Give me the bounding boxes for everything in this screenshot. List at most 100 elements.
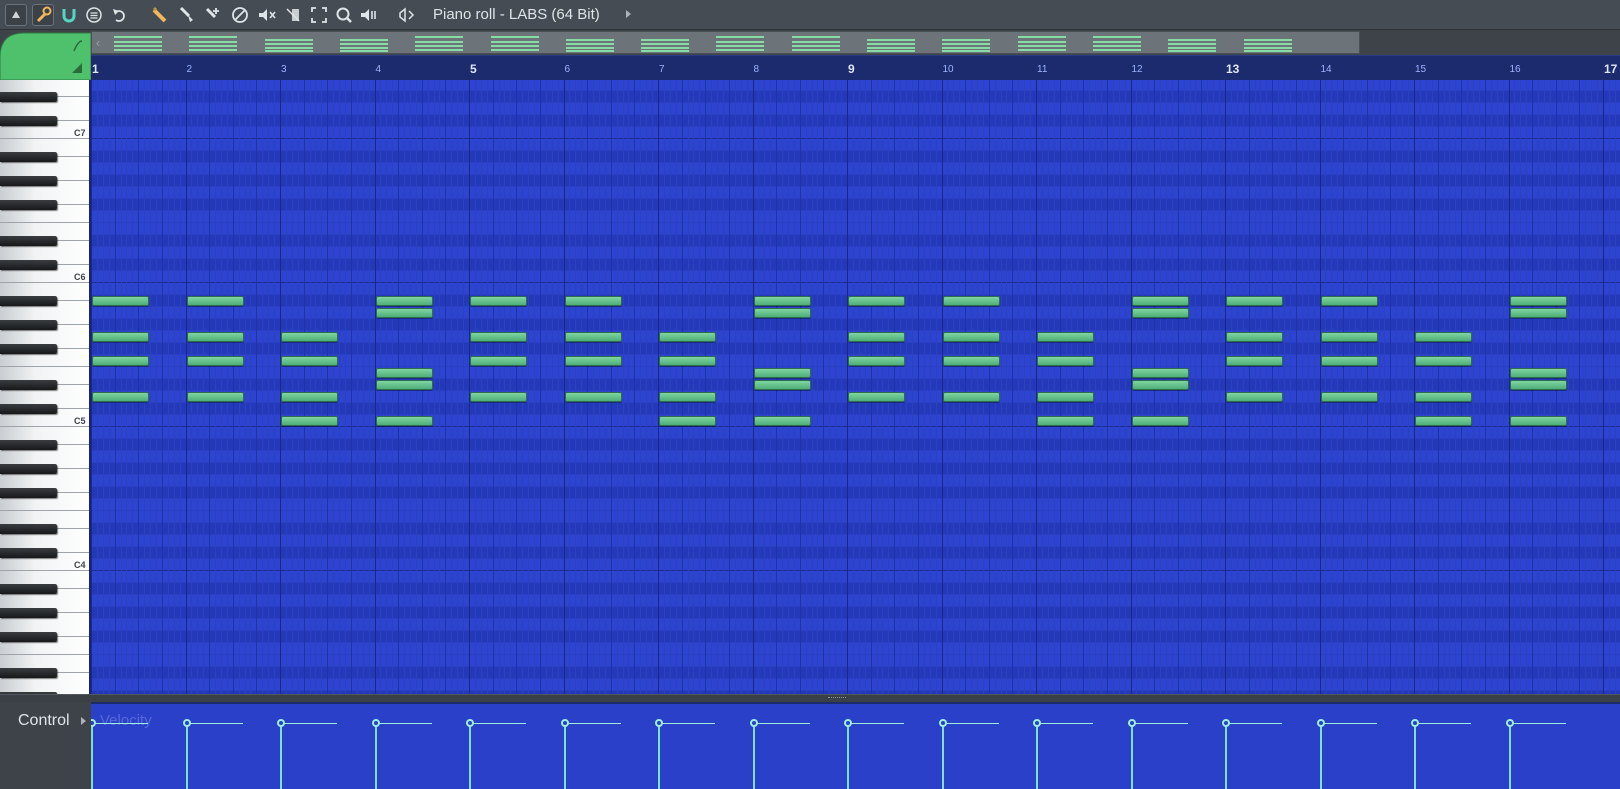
note-grid[interactable] <box>91 80 1620 694</box>
note-d5[interactable] <box>470 392 528 402</box>
note-e5[interactable] <box>1509 368 1567 378</box>
note-a5[interactable] <box>1509 308 1567 318</box>
menu-arrow-icon[interactable] <box>5 4 27 26</box>
black-key[interactable] <box>0 488 57 498</box>
note-e5[interactable] <box>1131 368 1189 378</box>
bar-number-13[interactable]: 13 <box>1226 62 1239 76</box>
black-key[interactable] <box>0 320 57 330</box>
bar-number-14[interactable]: 14 <box>1321 64 1332 75</box>
black-key[interactable] <box>0 260 57 270</box>
black-key[interactable] <box>0 116 57 126</box>
velocity-stem[interactable] <box>941 722 944 789</box>
note-c5[interactable] <box>1415 416 1473 426</box>
playlist-menu-icon[interactable] <box>83 4 105 26</box>
note-d5[interactable] <box>1415 392 1473 402</box>
velocity-stem[interactable] <box>1225 722 1227 789</box>
note-c5[interactable] <box>375 416 433 426</box>
playback-icon[interactable] <box>358 4 380 26</box>
note-asharp5[interactable] <box>1131 296 1189 306</box>
note-f5[interactable] <box>564 356 622 366</box>
black-key[interactable] <box>0 236 57 246</box>
velocity-handle[interactable] <box>466 718 474 727</box>
velocity-handle[interactable] <box>91 718 96 727</box>
note-f5[interactable] <box>659 356 717 366</box>
note-d5[interactable] <box>564 392 622 402</box>
bar-number-15[interactable]: 15 <box>1415 64 1426 75</box>
note-f5[interactable] <box>1320 356 1378 366</box>
note-d5[interactable] <box>186 392 244 402</box>
note-d5[interactable] <box>281 392 339 402</box>
velocity-handle[interactable] <box>560 718 569 727</box>
velocity-handle[interactable] <box>1505 718 1514 727</box>
paint-brush-icon[interactable] <box>176 4 198 26</box>
velocity-handle[interactable] <box>182 718 191 727</box>
note-d5[interactable] <box>659 392 717 402</box>
note-g5[interactable] <box>564 332 622 342</box>
mute-icon[interactable] <box>256 4 278 26</box>
velocity-stem[interactable] <box>185 722 188 789</box>
note-g5[interactable] <box>848 332 906 342</box>
bar-number-17[interactable]: 17 <box>1604 62 1617 76</box>
note-a5[interactable] <box>375 308 433 318</box>
note-asharp5[interactable] <box>848 296 906 306</box>
note-c5[interactable] <box>1131 416 1189 426</box>
note-asharp5[interactable] <box>470 296 528 306</box>
target-channel-tab[interactable] <box>0 31 91 80</box>
note-asharp5[interactable] <box>1226 296 1284 306</box>
title-menu-arrow-icon[interactable] <box>626 10 631 18</box>
velocity-stem[interactable] <box>1319 722 1322 789</box>
note-g5[interactable] <box>942 332 1000 342</box>
control-label[interactable]: Control <box>18 712 70 730</box>
note-f5[interactable] <box>1415 356 1473 366</box>
velocity-stem[interactable] <box>658 722 660 789</box>
black-key[interactable] <box>0 584 57 594</box>
control-menu-arrow-icon[interactable] <box>81 717 86 725</box>
bar-number-3[interactable]: 3 <box>281 64 287 75</box>
bar-number-10[interactable]: 10 <box>943 64 954 75</box>
magnet-icon[interactable] <box>58 4 80 26</box>
black-key[interactable] <box>0 524 57 534</box>
time-ruler[interactable]: 1 2 3 4 5 6 7 8 9 10 11 12 13 14 15 16 17 <box>91 55 1620 80</box>
note-c5[interactable] <box>281 416 339 426</box>
note-a5[interactable] <box>753 308 811 318</box>
velocity-handle[interactable] <box>1033 718 1041 727</box>
black-key[interactable] <box>0 632 57 642</box>
velocity-handle[interactable] <box>938 718 947 727</box>
velocity-stem[interactable] <box>374 722 377 789</box>
note-f5[interactable] <box>848 356 906 366</box>
velocity-stem[interactable] <box>91 722 93 789</box>
velocity-handle[interactable] <box>277 718 285 727</box>
scroll-left-icon[interactable]: ‹ <box>96 36 100 50</box>
black-key[interactable] <box>0 440 57 450</box>
velocity-handle[interactable] <box>371 718 380 727</box>
note-c5[interactable] <box>1509 416 1567 426</box>
note-dsharp5[interactable] <box>1509 380 1567 390</box>
slice-icon[interactable] <box>282 4 304 26</box>
note-f5[interactable] <box>1226 356 1284 366</box>
note-asharp5[interactable] <box>753 296 811 306</box>
velocity-stem[interactable] <box>847 722 849 789</box>
velocity-stem[interactable] <box>469 722 471 789</box>
note-d5[interactable] <box>848 392 906 402</box>
note-asharp5[interactable] <box>1320 296 1378 306</box>
velocity-handle[interactable] <box>1316 718 1325 727</box>
velocity-stem[interactable] <box>752 722 755 789</box>
velocity-handle[interactable] <box>1222 718 1230 727</box>
black-key[interactable] <box>0 296 57 306</box>
select-icon[interactable] <box>308 4 330 26</box>
bar-number-16[interactable]: 16 <box>1510 64 1521 75</box>
velocity-stem[interactable] <box>1508 722 1511 789</box>
bar-number-7[interactable]: 7 <box>659 64 665 75</box>
note-g5[interactable] <box>1320 332 1378 342</box>
note-asharp5[interactable] <box>1509 296 1567 306</box>
note-asharp5[interactable] <box>186 296 244 306</box>
speaker-icon[interactable] <box>397 4 419 26</box>
velocity-handle[interactable] <box>1127 718 1136 727</box>
overview-scrollbar[interactable]: ‹ <box>91 31 1360 54</box>
note-e5[interactable] <box>375 368 433 378</box>
note-g5[interactable] <box>470 332 528 342</box>
velocity-editor[interactable]: Velocity <box>91 702 1620 789</box>
delete-tool-icon[interactable] <box>202 4 224 26</box>
bar-number-12[interactable]: 12 <box>1132 64 1143 75</box>
note-f5[interactable] <box>470 356 528 366</box>
